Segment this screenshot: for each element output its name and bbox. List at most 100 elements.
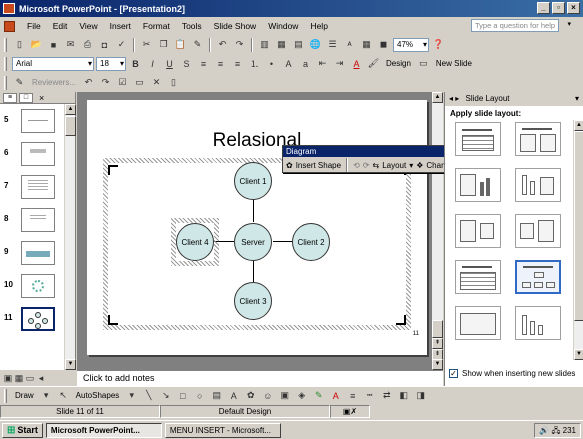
new-icon[interactable]: ▯	[12, 38, 27, 52]
layout-button[interactable]: Layout	[382, 161, 406, 170]
color-grayscale-icon[interactable]: ◼	[376, 38, 391, 52]
node-client-2[interactable]: Client 2	[292, 223, 330, 261]
layout-clipart-text[interactable]	[515, 214, 561, 248]
previous-item-icon[interactable]: ↶	[81, 76, 96, 90]
slide-thumb-row[interactable]: 5	[0, 109, 64, 135]
increase-font-icon[interactable]: A	[281, 57, 296, 71]
task-pane-scrollbar[interactable]: ▲ ▼	[573, 120, 583, 360]
insert-table-icon[interactable]: ▦	[274, 38, 289, 52]
paste-icon[interactable]: 📋	[173, 38, 188, 52]
line-icon[interactable]: ╲	[141, 389, 156, 403]
menu-slide-show[interactable]: Slide Show	[208, 21, 263, 31]
permission-icon[interactable]: ✉	[63, 38, 78, 52]
slide-thumbnail[interactable]	[21, 109, 55, 133]
arrow-style-icon[interactable]: ⇄	[379, 389, 394, 403]
scroll-thumb[interactable]	[574, 131, 583, 321]
clipart-icon[interactable]: ☺	[260, 389, 275, 403]
format-painter-icon[interactable]: ✎	[190, 38, 205, 52]
decrease-indent-icon[interactable]: ⇤	[315, 57, 330, 71]
slides-scrollbar[interactable]: ▲ ▼	[64, 104, 76, 370]
redo-icon[interactable]: ↷	[232, 38, 247, 52]
bullets-icon[interactable]: •	[264, 57, 279, 71]
close-button[interactable]: ×	[567, 2, 580, 14]
italic-icon[interactable]: I	[145, 57, 160, 71]
menu-insert[interactable]: Insert	[104, 21, 137, 31]
previous-slide-icon[interactable]: ⇞	[432, 338, 443, 349]
editing-scrollbar[interactable]: ▲ ⇞ ⇟ ▼	[432, 92, 443, 370]
corner-handle[interactable]	[108, 315, 118, 325]
chevron-down-icon[interactable]: ▾	[39, 389, 54, 403]
node-server[interactable]: Server	[234, 223, 272, 261]
delete-comment-icon[interactable]: ✕	[149, 76, 164, 90]
scroll-thumb[interactable]	[432, 320, 443, 338]
design-icon[interactable]: 🖌	[366, 57, 381, 71]
back-icon[interactable]: ◂ ▸	[449, 94, 459, 103]
menu-help[interactable]: Help	[304, 21, 333, 31]
show-formatting-icon[interactable]: ᴬ	[342, 38, 357, 52]
chevron-down-icon[interactable]: ▾	[124, 389, 139, 403]
slide-thumbnail-selected[interactable]	[21, 307, 55, 331]
increase-indent-icon[interactable]: ⇥	[332, 57, 347, 71]
slide-thumb-row[interactable]: 8	[0, 208, 64, 234]
menu-edit[interactable]: Edit	[47, 21, 74, 31]
insert-shape-button[interactable]: Insert Shape	[296, 161, 341, 170]
corner-handle[interactable]	[396, 315, 406, 325]
font-size-select[interactable]: 18	[96, 56, 126, 71]
slide-thumb-row[interactable]: 9	[0, 241, 64, 267]
autoshapes-button[interactable]: AutoShapes	[73, 391, 123, 400]
spelling-icon[interactable]: ✓	[114, 38, 129, 52]
slide-show-icon[interactable]: ▭	[25, 371, 35, 385]
slide-thumb-row[interactable]: 7	[0, 175, 64, 201]
minimize-button[interactable]: _	[537, 2, 550, 14]
node-client-3[interactable]: Client 3	[234, 282, 272, 320]
design-button[interactable]: Design	[383, 59, 414, 68]
slide-thumb-row[interactable]: 10	[0, 274, 64, 300]
insert-hyperlink-icon[interactable]: 🌐	[308, 38, 323, 52]
bold-icon[interactable]: B	[128, 57, 143, 71]
wordart-icon[interactable]: A	[226, 389, 241, 403]
corner-handle[interactable]	[108, 165, 118, 175]
menu-tools[interactable]: Tools	[176, 21, 208, 31]
scroll-up-icon[interactable]: ▲	[574, 120, 583, 131]
oval-icon[interactable]: ○	[192, 389, 207, 403]
document-icon[interactable]	[4, 20, 15, 32]
menu-view[interactable]: View	[73, 21, 103, 31]
layout-table[interactable]	[455, 260, 501, 294]
layout-title-text[interactable]	[455, 122, 501, 156]
slide-sorter-icon[interactable]: ▦	[14, 371, 24, 385]
dash-style-icon[interactable]: ┅	[362, 389, 377, 403]
fill-color-icon[interactable]: ◈	[294, 389, 309, 403]
window-titlebar[interactable]: Microsoft PowerPoint - [Presentation2] _…	[0, 0, 583, 17]
next-item-icon[interactable]: ↷	[98, 76, 113, 90]
start-button[interactable]: ⊞ Start	[2, 422, 43, 438]
menu-window[interactable]: Window	[262, 21, 304, 31]
3d-style-icon[interactable]: ◨	[413, 389, 428, 403]
copy-icon[interactable]: ❐	[156, 38, 171, 52]
reviewing-pane-icon[interactable]: ▯	[166, 76, 181, 90]
picture-icon[interactable]: ▣	[277, 389, 292, 403]
slide-thumbnail[interactable]	[21, 241, 55, 265]
decrease-font-icon[interactable]: a	[298, 57, 313, 71]
draw-menu-button[interactable]: Draw	[12, 391, 37, 400]
print-preview-icon[interactable]: ◘	[97, 38, 112, 52]
insert-shape-icon[interactable]: ✿	[286, 161, 293, 170]
show-when-inserting-checkbox[interactable]: ✓	[449, 369, 458, 378]
rectangle-icon[interactable]: □	[175, 389, 190, 403]
autoformat-icon[interactable]: ❖	[416, 161, 423, 170]
scroll-left-icon[interactable]: ◂	[36, 371, 46, 385]
undo-icon[interactable]: ↶	[215, 38, 230, 52]
cut-icon[interactable]: ✂	[139, 38, 154, 52]
insert-chart-icon[interactable]: ▥	[257, 38, 272, 52]
move-shape-backward-icon[interactable]: ⟲	[353, 161, 360, 170]
outline-tab-icon[interactable]: ≡	[3, 92, 17, 103]
help-icon[interactable]: ❓	[431, 38, 446, 52]
font-select[interactable]: Arial	[12, 56, 94, 71]
insert-comment-icon[interactable]: ▭	[132, 76, 147, 90]
arrow-icon[interactable]: ↘	[158, 389, 173, 403]
close-pane-icon[interactable]: ×	[39, 93, 44, 103]
dropdown-arrow-icon[interactable]: ▾	[567, 20, 571, 28]
menu-format[interactable]: Format	[137, 21, 176, 31]
diagram-icon[interactable]: ✿	[243, 389, 258, 403]
ask-question-input[interactable]: Type a question for help	[471, 19, 559, 32]
reverse-diagram-icon[interactable]: ⇆	[372, 161, 379, 170]
